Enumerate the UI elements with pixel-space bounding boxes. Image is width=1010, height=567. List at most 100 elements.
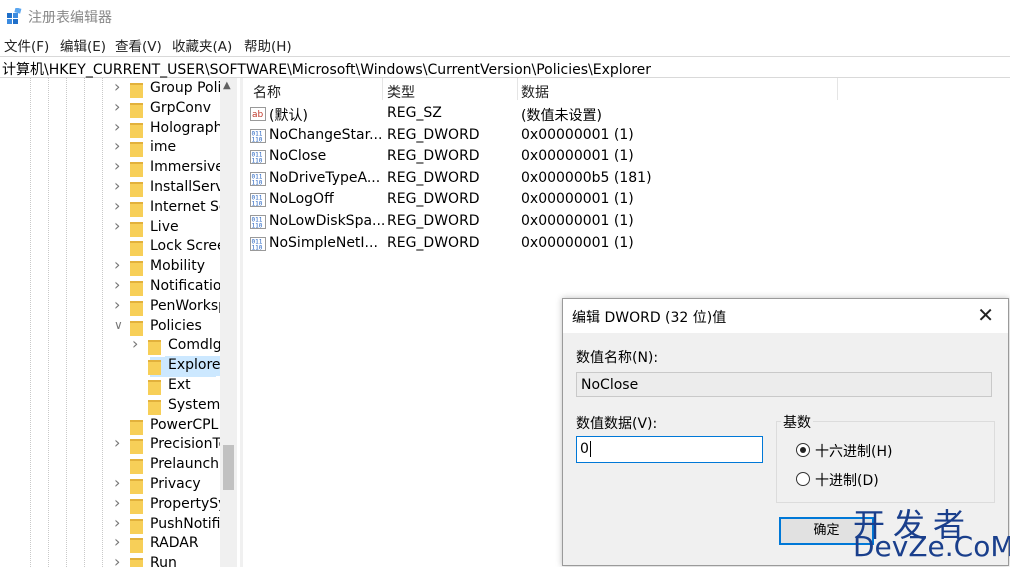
tree-item-label: GrpConv bbox=[150, 99, 211, 116]
tree-item[interactable] bbox=[0, 219, 220, 239]
tree-item-label: Group Poli bbox=[150, 80, 222, 96]
hex-radio-label[interactable]: 十六进制(H) bbox=[815, 441, 892, 461]
dec-radio[interactable] bbox=[796, 472, 810, 486]
value-type: REG_DWORD bbox=[387, 213, 480, 229]
value-name: NoChangeStar... bbox=[269, 126, 383, 143]
pane-splitter[interactable] bbox=[240, 78, 243, 567]
dword-value-icon: 011110 bbox=[250, 236, 266, 251]
tree-item-label: Ext bbox=[168, 377, 191, 393]
chevron-right-icon[interactable]: › bbox=[114, 156, 120, 175]
column-divider[interactable] bbox=[382, 78, 383, 100]
key-tree[interactable]: › Group Poli › GrpConv › Holograph › ime › Immers… bbox=[0, 78, 238, 567]
value-data: 0x00000001 (1) bbox=[521, 148, 634, 165]
tree-item-label: Holograph bbox=[150, 119, 223, 136]
value-name: NoLogOff bbox=[269, 191, 334, 208]
chevron-right-icon[interactable]: › bbox=[114, 78, 120, 96]
value-type: REG_DWORD bbox=[387, 126, 480, 143]
dword-value-icon: 011110 bbox=[250, 215, 266, 230]
folder-icon bbox=[130, 300, 143, 316]
chevron-right-icon[interactable]: › bbox=[114, 473, 120, 492]
tree-item-label: Explorer bbox=[168, 357, 227, 374]
menu-file[interactable]: 文件(F) bbox=[4, 35, 49, 55]
chevron-right-icon[interactable]: › bbox=[114, 513, 120, 532]
value-row[interactable]: 011 110 NoChangeStar... REG_DWORD 0x00000001… bbox=[245, 126, 845, 147]
chevron-right-icon[interactable]: › bbox=[114, 255, 120, 274]
radio-selected-dot bbox=[800, 447, 806, 453]
column-header-name[interactable]: 名称 bbox=[253, 82, 281, 102]
value-data-input[interactable]: 0​ bbox=[576, 436, 763, 463]
folder-icon bbox=[130, 261, 143, 277]
folder-icon bbox=[130, 479, 143, 494]
chevron-right-icon[interactable]: › bbox=[114, 196, 120, 215]
close-icon[interactable]: ✕ bbox=[977, 303, 994, 327]
chevron-right-icon[interactable]: › bbox=[114, 216, 120, 235]
value-type: REG_DWORD bbox=[387, 234, 480, 251]
value-type: REG_SZ bbox=[387, 105, 442, 121]
value-data-text: 0 bbox=[580, 441, 589, 457]
chevron-right-icon[interactable]: › bbox=[114, 275, 120, 294]
chevron-right-icon[interactable]: › bbox=[114, 176, 120, 195]
chevron-right-icon[interactable]: › bbox=[114, 295, 120, 314]
folder-icon bbox=[130, 538, 143, 554]
chevron-right-icon[interactable]: › bbox=[114, 433, 120, 452]
dec-radio-label[interactable]: 十进制(D) bbox=[815, 470, 879, 490]
dword-value-icon: 011110 bbox=[250, 171, 266, 186]
tree-item[interactable] bbox=[0, 555, 220, 567]
tree-item-label: InstallServi bbox=[150, 179, 228, 195]
chevron-right-icon[interactable]: › bbox=[114, 97, 120, 116]
menu-view[interactable]: 查看(V) bbox=[115, 35, 162, 55]
tree-item-label: Prelaunch bbox=[150, 456, 220, 473]
column-header-data[interactable]: 数据 bbox=[521, 82, 549, 102]
svg-text:110: 110 bbox=[252, 201, 263, 208]
value-row[interactable]: 011 110 NoLowDiskSpa... REG_DWORD 0x00000001… bbox=[245, 212, 845, 233]
column-divider[interactable] bbox=[517, 78, 518, 100]
folder-icon bbox=[130, 518, 143, 534]
folder-open-icon bbox=[148, 360, 161, 376]
hex-radio[interactable] bbox=[796, 443, 810, 457]
value-name: (默认) bbox=[269, 108, 308, 124]
folder-icon bbox=[130, 221, 143, 237]
tree-item-label: ime bbox=[150, 139, 177, 156]
value-row[interactable]: ab (默认) REG_SZ (数值未设置) bbox=[245, 104, 845, 125]
column-divider[interactable] bbox=[837, 78, 838, 100]
value-name: NoClose bbox=[269, 148, 327, 165]
menu-help[interactable]: 帮助(H) bbox=[244, 35, 292, 55]
folder-icon bbox=[130, 142, 143, 158]
tree-scroll-thumb[interactable] bbox=[223, 445, 234, 490]
chevron-right-icon[interactable]: › bbox=[114, 117, 120, 136]
folder-icon bbox=[130, 162, 143, 178]
value-data: 0x00000001 (1) bbox=[521, 213, 634, 229]
chevron-right-icon[interactable]: › bbox=[114, 552, 120, 567]
folder-icon bbox=[130, 419, 143, 435]
address-bar[interactable]: 计算机\HKEY_CURRENT_USER\SOFTWARE\Microsoft… bbox=[0, 56, 1010, 78]
value-name: NoSimpleNetI... bbox=[269, 234, 378, 251]
tree-item[interactable] bbox=[0, 139, 220, 159]
scroll-up-icon[interactable]: ▲ bbox=[223, 80, 231, 91]
tree-item-label: Comdlg bbox=[168, 337, 222, 354]
base-group-label: 基数 bbox=[781, 412, 813, 432]
column-header-type[interactable]: 类型 bbox=[387, 82, 415, 102]
value-row[interactable]: 011 110 NoSimpleNetI... REG_DWORD 0x00000001… bbox=[245, 234, 845, 255]
folder-icon bbox=[130, 439, 143, 455]
menu-bar: 文件(F) 编辑(E) 查看(V) 收藏夹(A) 帮助(H) bbox=[0, 33, 1010, 55]
chevron-down-icon[interactable]: ∨ bbox=[114, 318, 123, 332]
tree-scrollbar[interactable]: ▲ bbox=[220, 78, 237, 567]
folder-icon bbox=[130, 182, 143, 197]
chevron-right-icon[interactable]: › bbox=[114, 136, 120, 155]
chevron-right-icon[interactable]: › bbox=[114, 493, 120, 512]
tree-item-label: Lock Scree bbox=[150, 238, 226, 255]
folder-icon bbox=[130, 83, 143, 98]
dword-value-icon: 011110 bbox=[250, 150, 266, 165]
chevron-right-icon[interactable]: › bbox=[114, 532, 120, 551]
value-row[interactable]: 011 110 NoDriveTypeA... REG_DWORD 0x000000b5… bbox=[245, 169, 845, 190]
value-row[interactable]: 011 110 NoClose REG_DWORD 0x00000001 (1) bbox=[245, 147, 845, 168]
value-data: (数值未设置) bbox=[521, 108, 602, 124]
chevron-right-icon[interactable]: › bbox=[132, 334, 138, 353]
address-path[interactable]: 计算机\HKEY_CURRENT_USER\SOFTWARE\Microsoft… bbox=[2, 59, 651, 79]
value-row[interactable]: 011 110 NoLogOff REG_DWORD 0x00000001 (1) bbox=[245, 190, 845, 211]
svg-text:110: 110 bbox=[252, 179, 263, 186]
menu-edit[interactable]: 编辑(E) bbox=[60, 35, 106, 55]
tree-item-label: System bbox=[168, 396, 221, 413]
menu-favorites[interactable]: 收藏夹(A) bbox=[172, 35, 232, 55]
value-name-label: 数值名称(N): bbox=[576, 350, 659, 366]
